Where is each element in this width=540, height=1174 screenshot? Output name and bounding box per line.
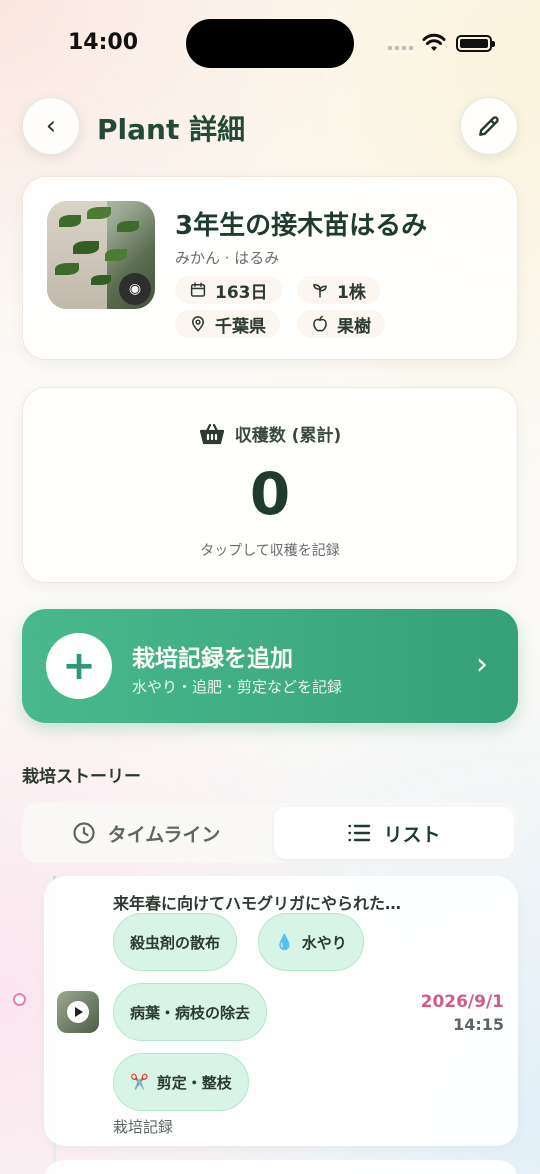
count-chip: 1株 xyxy=(297,276,380,304)
harvest-label-row: 収穫数 (累計) xyxy=(23,421,517,446)
entry-time: 14:15 xyxy=(453,1015,504,1034)
days-value: 163日 xyxy=(215,282,268,303)
back-button[interactable]: ‹ xyxy=(22,97,80,155)
plant-name: 3年生の接木苗はるみ xyxy=(175,211,428,241)
harvest-hint: タップして収穫を記録 xyxy=(200,543,340,559)
water-drop-icon: 💧 xyxy=(275,933,294,951)
count-value: 1株 xyxy=(337,282,366,303)
plus-icon: + xyxy=(46,633,112,699)
sprout-icon xyxy=(313,283,327,298)
wifi-icon xyxy=(422,33,446,51)
play-icon xyxy=(67,1001,89,1023)
apple-icon xyxy=(313,315,327,332)
entry-video-thumbnail[interactable] xyxy=(57,991,99,1033)
category-chip: 果樹 xyxy=(297,310,385,338)
entry-date: 2026/9/1 xyxy=(420,992,504,1012)
signal-icon xyxy=(388,46,413,50)
category-value: 果樹 xyxy=(337,316,371,337)
entry-title: 来年春に向けてハモグリガにやられた… xyxy=(113,894,402,913)
section-title: 栽培ストーリー xyxy=(22,767,141,787)
location-chip: 千葉県 xyxy=(175,310,280,338)
location-pin-icon xyxy=(191,316,205,332)
status-time: 14:00 xyxy=(68,30,139,55)
tag-prune-label: 剪定・整枝 xyxy=(156,1073,232,1092)
plant-info-card: ◉ 3年生の接木苗はるみ みかん · はるみ 163日 1株 千葉県 果樹 xyxy=(22,176,518,360)
days-chip: 163日 xyxy=(175,276,282,304)
tab-timeline[interactable]: タイムライン xyxy=(26,807,266,859)
scissors-icon: ✂️ xyxy=(130,1073,149,1091)
harvest-label: 収穫数 (累計) xyxy=(234,426,342,446)
tag-disease: 病葉・病枝の除去 xyxy=(113,983,268,1041)
entry-kind: 栽培記録 xyxy=(113,1118,174,1136)
pencil-icon xyxy=(479,116,499,136)
location-value: 千葉県 xyxy=(215,316,266,337)
tag-pesticide-label: 殺虫剤の散布 xyxy=(130,933,221,952)
tab-timeline-label: タイムライン xyxy=(107,823,221,846)
list-icon xyxy=(348,824,371,842)
clock-icon xyxy=(73,822,95,844)
plant-variety: みかん · はるみ xyxy=(175,249,280,267)
harvest-card[interactable]: 収穫数 (累計) 0 タップして収穫を記録 xyxy=(22,387,518,583)
add-record-title: 栽培記録を追加 xyxy=(132,646,293,672)
tab-list[interactable]: リスト xyxy=(274,807,514,859)
add-record-subtitle: 水やり・追肥・剪定などを記録 xyxy=(132,678,343,696)
chevron-left-icon: ‹ xyxy=(45,111,57,141)
plant-photo[interactable]: ◉ xyxy=(47,201,155,309)
page-title: Plant 詳細 xyxy=(97,113,246,146)
chevron-right-icon: › xyxy=(476,647,488,682)
calendar-icon xyxy=(190,282,206,297)
status-bar: 14:00 xyxy=(0,0,540,88)
next-record-card[interactable] xyxy=(44,1160,518,1174)
add-record-button[interactable]: + 栽培記録を追加 水やり・追肥・剪定などを記録 › xyxy=(22,609,518,723)
edit-button[interactable] xyxy=(460,97,518,155)
view-toggle: タイムライン リスト xyxy=(22,803,518,863)
tag-prune: ✂️ 剪定・整枝 xyxy=(113,1053,249,1111)
basket-icon xyxy=(199,423,224,444)
tag-water-label: 水やり xyxy=(301,933,347,952)
tag-water: 💧 水やり xyxy=(258,913,364,971)
camera-icon[interactable]: ◉ xyxy=(119,273,151,305)
tab-list-label: リスト xyxy=(383,823,441,846)
timeline-dot xyxy=(13,993,26,1006)
battery-icon xyxy=(456,35,495,52)
harvest-count: 0 xyxy=(249,460,291,528)
tag-disease-label: 病葉・病枝の除去 xyxy=(130,1003,251,1022)
tag-pesticide: 殺虫剤の散布 xyxy=(113,913,238,971)
dynamic-island xyxy=(186,19,354,68)
